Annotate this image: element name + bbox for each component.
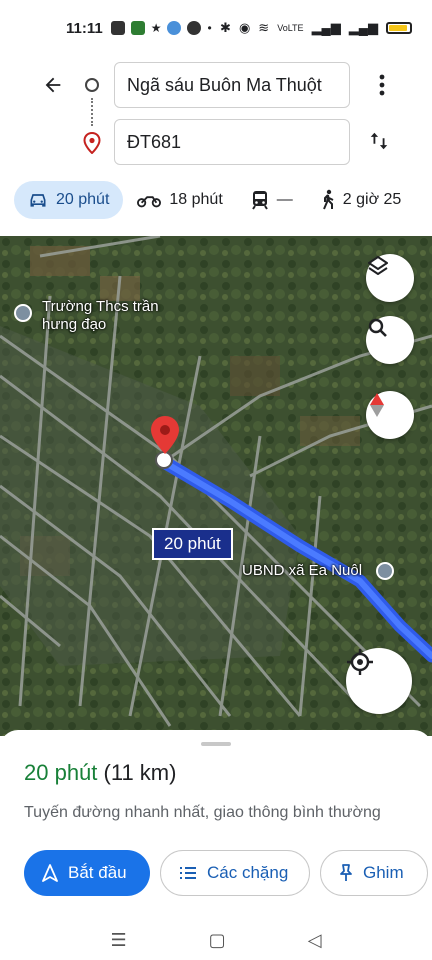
back-nav-icon[interactable]: ◁ (308, 930, 322, 951)
destination-pin-icon (83, 131, 101, 155)
motorbike-icon (137, 196, 162, 208)
mode-walk-label: 2 giờ 25 (342, 191, 402, 208)
app-icon (130, 21, 145, 35)
route-summary: 20 phút (11 km) (24, 760, 176, 786)
directions-header: Ngã sáu Buôn Ma Thuột ĐT681 20 phút 18 p… (0, 56, 432, 236)
destination-input[interactable]: ĐT681 (114, 119, 350, 165)
status-bar: 11:11 ★ • ✱ ◉ ≋ VoLTE ▂▄▆ ▂▄▆ (0, 0, 432, 56)
mode-transit[interactable]: — (237, 181, 307, 219)
sheet-drag-handle[interactable] (201, 742, 231, 746)
dot-icon: • (207, 21, 212, 35)
poi-ubnd-label[interactable]: UBND xã Ea Nuôl (242, 562, 362, 580)
route-actions: Bắt đầu Các chặng Ghim (24, 850, 428, 896)
list-icon (180, 867, 196, 879)
route-duration-label[interactable]: 20 phút (152, 528, 233, 560)
map-view[interactable]: Trường Thcs trần hưng đạo UBND xã Ea Nuô… (0, 236, 432, 736)
wifi-icon: ≋ (258, 20, 270, 35)
map-icon (167, 21, 182, 35)
school-poi-icon[interactable] (14, 304, 32, 322)
system-icons: ✱ ◉ ≋ VoLTE ▂▄▆ ▂▄▆ (220, 20, 412, 36)
origin-dot-icon (85, 78, 99, 92)
bluetooth-icon: ✱ (220, 20, 231, 35)
origin-input[interactable]: Ngã sáu Buôn Ma Thuột (114, 62, 350, 108)
layers-icon (368, 256, 388, 275)
signal-icon-2: ▂▄▆ (348, 20, 378, 35)
mode-walk[interactable]: 2 giờ 25 (307, 181, 416, 219)
location-icon: ◉ (238, 20, 251, 35)
pin-button[interactable]: Ghim (320, 850, 428, 896)
swap-vert-icon (370, 132, 388, 150)
mode-motorbike-label: 18 phút (169, 191, 223, 208)
search-icon (368, 318, 387, 337)
start-button-label: Bắt đầu (68, 863, 127, 882)
car-icon (30, 194, 46, 207)
travel-modes: 20 phút 18 phút — 2 giờ 25 (0, 180, 432, 220)
layers-button[interactable] (366, 254, 414, 302)
swap-button[interactable] (366, 126, 392, 156)
mode-car[interactable]: 20 phút (14, 181, 124, 219)
circle-icon (187, 21, 202, 35)
route-description: Tuyến đường nhanh nhất, giao thông bình … (24, 804, 381, 821)
signal-icon: ▂▄▆ (311, 20, 341, 35)
map-search-button[interactable] (366, 316, 414, 364)
back-button[interactable] (38, 70, 68, 100)
system-nav-bar: ☰ ▢ ◁ (0, 920, 432, 960)
start-button[interactable]: Bắt đầu (24, 850, 150, 896)
walk-icon (322, 189, 334, 210)
navigation-arrow-icon (42, 864, 58, 882)
government-poi-icon[interactable] (376, 562, 394, 580)
pin-icon (340, 864, 352, 881)
notification-icons: ★ • (110, 21, 212, 35)
crosshair-icon (347, 649, 373, 675)
compass-button[interactable] (366, 391, 414, 439)
more-vert-icon (379, 74, 385, 96)
transit-icon (251, 191, 268, 210)
mode-transit-label: — (276, 191, 293, 208)
steps-button[interactable]: Các chặng (160, 850, 310, 896)
volte-icon: VoLTE (277, 23, 304, 33)
more-options-button[interactable] (372, 70, 392, 100)
menu-nav-icon[interactable]: ☰ (111, 930, 127, 951)
poi-school-label[interactable]: Trường Thcs trần hưng đạo (42, 298, 162, 334)
route-distance: (11 km) (103, 760, 177, 785)
route-duration: 20 phút (24, 760, 98, 785)
star-icon: ★ (150, 21, 162, 35)
my-location-button[interactable] (346, 648, 412, 714)
mode-car-label: 20 phút (56, 191, 110, 208)
pin-button-label: Ghim (363, 863, 404, 882)
route-summary-sheet: 20 phút (11 km) Tuyến đường nhanh nhất, … (0, 730, 432, 920)
zalo-icon (110, 21, 125, 35)
mode-motorbike[interactable]: 18 phút (123, 181, 236, 219)
compass-icon (370, 393, 384, 417)
battery-icon (386, 22, 412, 34)
steps-button-label: Các chặng (207, 863, 289, 882)
home-nav-icon[interactable]: ▢ (209, 930, 226, 951)
route-connector (91, 98, 93, 126)
status-time: 11:11 (66, 19, 103, 37)
back-arrow-icon (45, 77, 61, 93)
